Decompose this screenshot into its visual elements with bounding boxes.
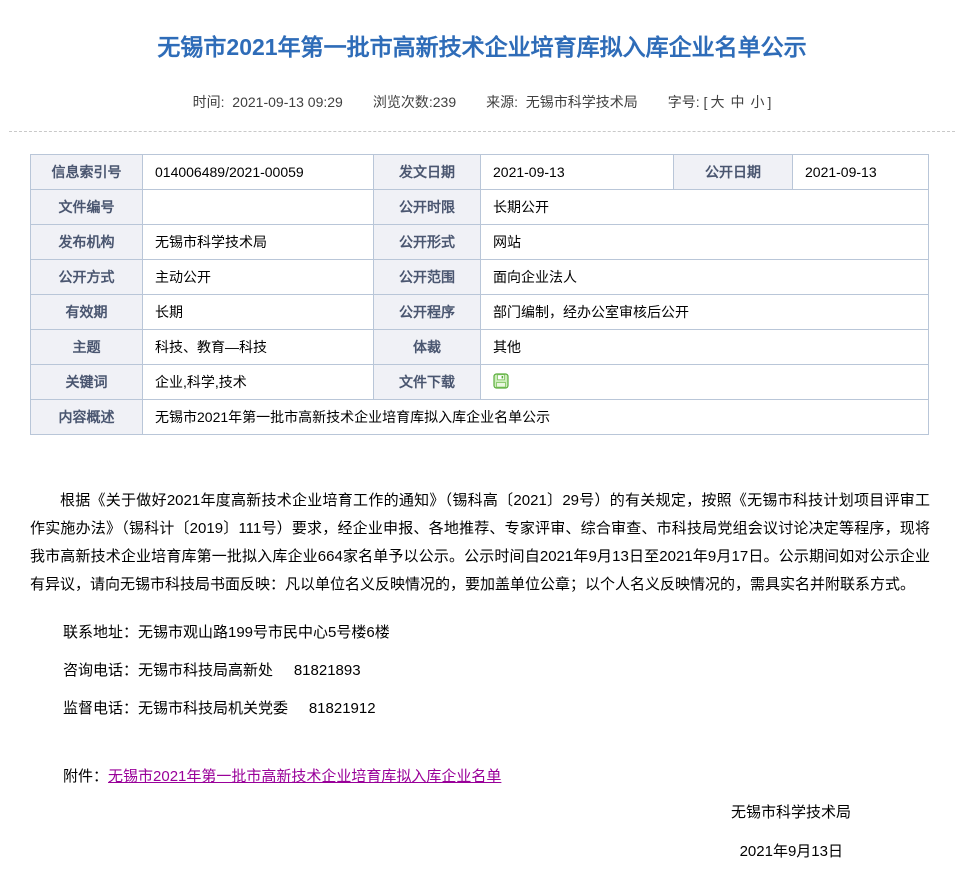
table-row: 关键词 企业,科学,技术 文件下载: [31, 365, 929, 400]
contact-block: 联系地址：无锡市观山路199号市民中心5号楼6楼 咨询电话：无锡市科技局高新处 …: [30, 614, 930, 728]
public-period-label: 公开时限: [374, 190, 481, 225]
issue-date-value: 2021-09-13: [481, 155, 674, 190]
issue-date-label: 发文日期: [374, 155, 481, 190]
validity-value: 长期: [143, 295, 374, 330]
font-size-small-button[interactable]: 小: [750, 94, 764, 110]
announcement-paragraph: 根据《关于做好2021年度高新技术企业培育工作的通知》（锡科高〔2021〕29号…: [30, 487, 930, 599]
article-meta-bar: 时间: 2021-09-13 09:29 浏览次数:239 来源: 无锡市科学技…: [0, 94, 964, 111]
info-index-label: 信息索引号: [31, 155, 143, 190]
meta-source: 来源: 无锡市科学技术局: [486, 94, 638, 111]
consult-phone-line: 咨询电话：无锡市科技局高新处 81821893: [30, 652, 930, 690]
public-period-value: 长期公开: [481, 190, 929, 225]
validity-label: 有效期: [31, 295, 143, 330]
publisher-label: 发布机构: [31, 225, 143, 260]
public-scope-value: 面向企业法人: [481, 260, 929, 295]
topic-value: 科技、教育—科技: [143, 330, 374, 365]
attachment-link[interactable]: 无锡市2021年第一批市高新技术企业培育库拟入库企业名单: [108, 768, 501, 785]
floppy-disk-save-icon[interactable]: [493, 373, 509, 392]
table-row: 发布机构 无锡市科学技术局 公开形式 网站: [31, 225, 929, 260]
signature-block: 无锡市科学技术局 2021年9月13日: [0, 803, 964, 862]
public-procedure-label: 公开程序: [374, 295, 481, 330]
article-body: 根据《关于做好2021年度高新技术企业培育工作的通知》（锡科高〔2021〕29号…: [30, 487, 930, 787]
table-row: 有效期 长期 公开程序 部门编制，经办公室审核后公开: [31, 295, 929, 330]
summary-label: 内容概述: [31, 400, 143, 435]
public-form-label: 公开形式: [374, 225, 481, 260]
table-row: 信息索引号 014006489/2021-00059 发文日期 2021-09-…: [31, 155, 929, 190]
signature-organization: 无锡市科学技术局: [0, 803, 964, 823]
table-row: 文件编号 公开时限 长期公开: [31, 190, 929, 225]
doc-number-value: [143, 190, 374, 225]
font-size-large-button[interactable]: 大: [710, 94, 724, 110]
meta-time: 时间: 2021-09-13 09:29: [193, 94, 343, 111]
file-download-cell: [481, 365, 929, 400]
publisher-value: 无锡市科学技术局: [143, 225, 374, 260]
table-row: 主题 科技、教育—科技 体裁 其他: [31, 330, 929, 365]
font-size-medium-button[interactable]: 中: [730, 94, 744, 110]
font-size-suffix: ]: [767, 94, 771, 110]
summary-value: 无锡市2021年第一批市高新技术企业培育库拟入库企业名单公示: [143, 400, 929, 435]
signature-date: 2021年9月13日: [0, 842, 964, 862]
document-info-table: 信息索引号 014006489/2021-00059 发文日期 2021-09-…: [30, 154, 929, 435]
public-method-value: 主动公开: [143, 260, 374, 295]
public-form-value: 网站: [481, 225, 929, 260]
font-size-controls: 字号: [大中小]: [668, 94, 772, 111]
public-method-label: 公开方式: [31, 260, 143, 295]
public-scope-label: 公开范围: [374, 260, 481, 295]
keywords-value: 企业,科学,技术: [143, 365, 374, 400]
meta-view-count: 浏览次数:239: [373, 94, 456, 111]
public-date-label: 公开日期: [674, 155, 793, 190]
genre-value: 其他: [481, 330, 929, 365]
public-date-value: 2021-09-13: [793, 155, 929, 190]
topic-label: 主题: [31, 330, 143, 365]
table-row: 内容概述 无锡市2021年第一批市高新技术企业培育库拟入库企业名单公示: [31, 400, 929, 435]
contact-address-line: 联系地址：无锡市观山路199号市民中心5号楼6楼: [30, 614, 930, 652]
supervise-phone-line: 监督电话：无锡市科技局机关党委 81821912: [30, 690, 930, 728]
page-title: 无锡市2021年第一批市高新技术企业培育库拟入库企业名单公示: [20, 33, 944, 61]
separator-dashed-line: [9, 131, 955, 132]
info-index-value: 014006489/2021-00059: [143, 155, 374, 190]
genre-label: 体裁: [374, 330, 481, 365]
font-size-prefix: 字号: [: [668, 94, 708, 110]
file-download-label: 文件下载: [374, 365, 481, 400]
public-procedure-value: 部门编制，经办公室审核后公开: [481, 295, 929, 330]
doc-number-label: 文件编号: [31, 190, 143, 225]
table-row: 公开方式 主动公开 公开范围 面向企业法人: [31, 260, 929, 295]
keywords-label: 关键词: [31, 365, 143, 400]
attachment-label: 附件：: [63, 768, 108, 785]
attachment-line: 附件：无锡市2021年第一批市高新技术企业培育库拟入库企业名单: [30, 767, 930, 787]
